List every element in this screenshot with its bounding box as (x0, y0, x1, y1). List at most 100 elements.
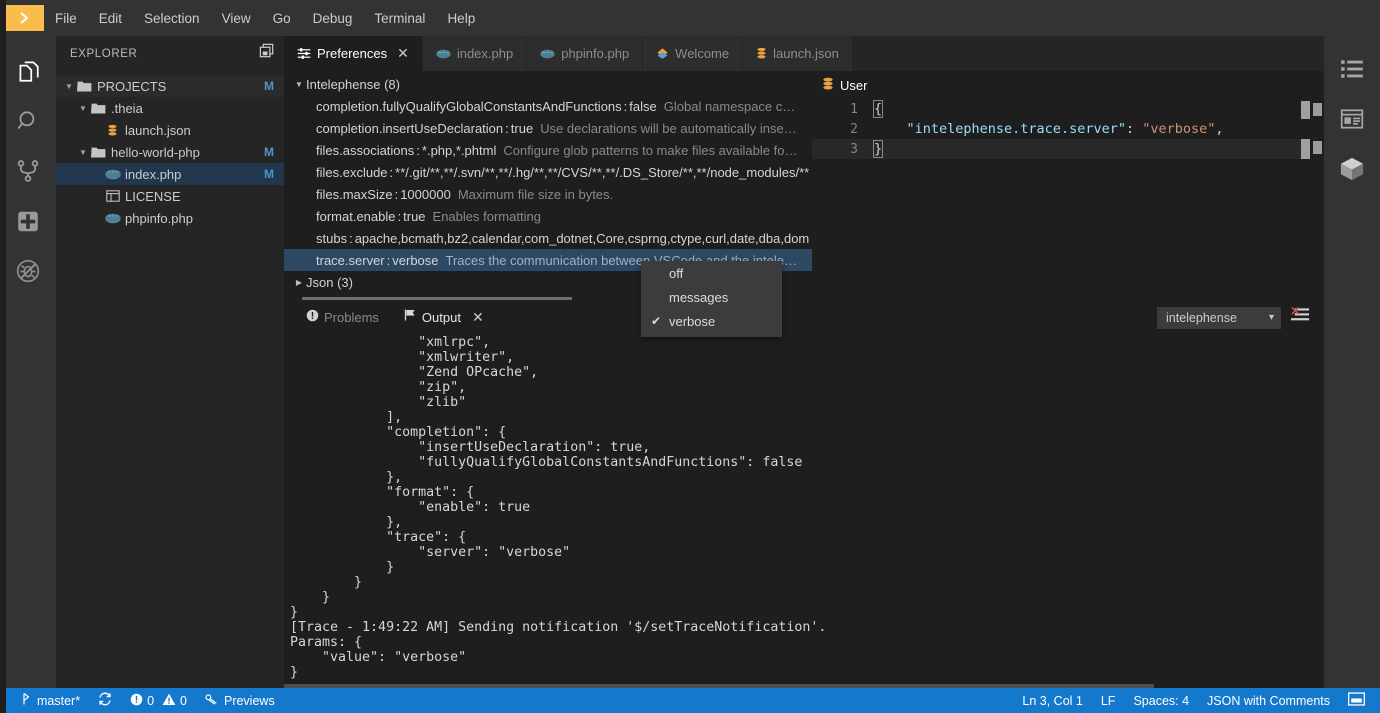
file-tree: ▼ PROJECTS M ▼ .theia launch.json ▼ hello-worl… (56, 71, 284, 229)
status-branch[interactable]: master* (12, 688, 89, 713)
setting-row-files-associations[interactable]: files.associations: *.php,*.phtml Configur… (284, 139, 812, 161)
json-overview-ruler[interactable] (1310, 99, 1324, 300)
menu-go[interactable]: Go (264, 7, 300, 30)
status-previews[interactable]: Previews (196, 688, 284, 713)
json-tab-bar: User (812, 71, 1324, 99)
tree-item-label: LICENSE (125, 188, 181, 204)
menu-view[interactable]: View (213, 7, 260, 30)
trace-server-dropdown-menu[interactable]: off messages ✔ verbose (641, 261, 782, 337)
status-problems[interactable]: 0 0 (121, 688, 196, 713)
tab-preferences[interactable]: Preferences ✕ (284, 36, 423, 71)
status-toggle-panel[interactable] (1339, 688, 1374, 713)
status-language-mode[interactable]: JSON with Comments (1198, 688, 1339, 713)
output-line: "completion": { (290, 425, 507, 440)
setting-row-completion-insertusedeclaration[interactable]: completion.insertUseDeclaration: true Use … (284, 117, 812, 139)
menu-debug[interactable]: Debug (304, 7, 362, 30)
menu-help[interactable]: Help (438, 7, 484, 30)
tree-item-launch-json[interactable]: launch.json (56, 119, 284, 141)
tree-item-projects[interactable]: ▼ PROJECTS M (56, 75, 284, 97)
outline-list-icon[interactable] (1324, 44, 1380, 94)
tab-welcome[interactable]: Welcome (643, 36, 744, 71)
tab-output[interactable]: Output ✕ (391, 300, 496, 335)
setting-description: Enables formatting (432, 208, 541, 224)
setting-value[interactable]: true (403, 209, 425, 224)
status-eol[interactable]: LF (1092, 688, 1125, 713)
clear-output-icon[interactable] (1291, 306, 1310, 329)
editor-area: Preferences ✕ index.php phpinfo.php Welcome l… (284, 36, 1324, 300)
status-cursor-position[interactable]: Ln 3, Col 1 (1013, 688, 1091, 713)
setting-value[interactable]: apache,bcmath,bz2,calendar,com_dotnet,Co… (355, 231, 810, 246)
multiple-windows-icon[interactable] (259, 43, 276, 65)
output-line: } (290, 665, 299, 680)
app-logo-icon[interactable] (4, 5, 44, 31)
setting-row-format-enable[interactable]: format.enable: true Enables formatting (284, 205, 812, 227)
panel-actions: intelephense ▾ (1157, 300, 1310, 335)
settings-group-intelephense[interactable]: ▼ Intelephense (8) (284, 73, 812, 95)
settings-group-label: Json (3) (306, 274, 353, 290)
close-icon[interactable]: ✕ (472, 300, 484, 335)
setting-value[interactable]: *.php,*.phtml (422, 143, 496, 158)
setting-row-files-exclude[interactable]: files.exclude: **/.git/**,**/.svn/**,**/.… (284, 161, 812, 183)
setting-row-completion-fullyqualifyglobalconstantsandfunctions[interactable]: completion.fullyQualifyGlobalConstantsAn… (284, 95, 812, 117)
tab-label: Welcome (675, 46, 730, 61)
git-status-badge: M (264, 145, 274, 159)
menu-selection[interactable]: Selection (135, 7, 209, 30)
explorer-icon[interactable] (0, 46, 56, 96)
tree-item-index-php[interactable]: index.php M (56, 163, 284, 185)
dropdown-option-label: off (669, 265, 684, 281)
dropdown-option-label: messages (669, 289, 729, 305)
tab-launch-json[interactable]: launch.json (743, 36, 853, 71)
tab-index-php[interactable]: index.php (422, 36, 528, 71)
tab-problems[interactable]: Problems (294, 300, 391, 335)
tab-label: Preferences (317, 46, 388, 61)
setting-row-files-maxsize[interactable]: files.maxSize:1000000 Maximum file size i… (284, 183, 812, 205)
activity-bar (0, 36, 56, 688)
dropdown-option-messages[interactable]: messages (641, 285, 782, 309)
tab-phpinfo-php[interactable]: phpinfo.php (527, 36, 644, 71)
json-vertical-scrollbar[interactable] (1301, 99, 1310, 300)
setting-key: files.associations (316, 142, 415, 158)
output-content[interactable]: "xmlrpc", "xmlwriter", "Zend OPcache", "… (284, 335, 1324, 684)
setting-row-stubs[interactable]: stubs: apache,bcmath,bz2,calendar,com_dot… (284, 227, 812, 249)
setting-value[interactable]: false (629, 99, 656, 114)
dropdown-option-verbose[interactable]: ✔ verbose (641, 309, 782, 333)
menu-file[interactable]: File (46, 7, 86, 30)
tree-item-phpinfo-php[interactable]: phpinfo.php (56, 207, 284, 229)
status-indentation[interactable]: Spaces: 4 (1124, 688, 1198, 713)
tab-user-settings[interactable]: User (812, 71, 882, 99)
menu-edit[interactable]: Edit (90, 7, 131, 30)
chevron-down-icon[interactable]: ▼ (76, 104, 90, 113)
debug-disabled-icon[interactable] (0, 246, 56, 296)
setting-key: stubs (316, 230, 348, 246)
setting-value[interactable]: true (511, 121, 533, 136)
extensions-plus-icon[interactable] (0, 196, 56, 246)
setting-value[interactable]: verbose (392, 253, 438, 268)
status-sync[interactable] (89, 688, 121, 713)
cube-package-icon[interactable] (1324, 144, 1380, 194)
status-error-count: 0 (147, 693, 155, 708)
tree-item--theia[interactable]: ▼ .theia (56, 97, 284, 119)
tree-item-license[interactable]: LICENSE (56, 185, 284, 207)
chevron-down-icon[interactable]: ▼ (62, 82, 76, 91)
source-control-icon[interactable] (0, 146, 56, 196)
chevron-down-icon: ▼ (295, 79, 303, 89)
output-line: Params: { (290, 635, 363, 650)
tab-label: launch.json (773, 46, 839, 61)
search-icon[interactable] (0, 96, 56, 146)
overview-mark (1313, 103, 1322, 116)
tree-item-hello-world-php[interactable]: ▼ hello-world-php M (56, 141, 284, 163)
output-line: [Trace - 1:49:22 AM] Sending notificatio… (290, 620, 827, 635)
tab-output-label: Output (421, 310, 461, 325)
close-icon[interactable]: ✕ (397, 45, 409, 62)
menu-terminal[interactable]: Terminal (365, 7, 434, 30)
status-branch-label: master* (37, 693, 81, 708)
chevron-down-icon[interactable]: ▼ (76, 148, 90, 157)
dropdown-option-off[interactable]: off (641, 261, 782, 285)
json-code-editor[interactable]: 1{2 "intelephense.trace.server": "verbos… (812, 99, 1324, 300)
output-channel-select[interactable]: intelephense ▾ (1157, 306, 1281, 329)
setting-value[interactable]: **/.git/**,**/.svn/**,**/.hg/**,**/CVS/*… (395, 165, 809, 180)
layout-preview-icon[interactable] (1324, 94, 1380, 144)
setting-value[interactable]: 1000000 (400, 187, 451, 202)
panel-layout-icon (1347, 692, 1366, 709)
